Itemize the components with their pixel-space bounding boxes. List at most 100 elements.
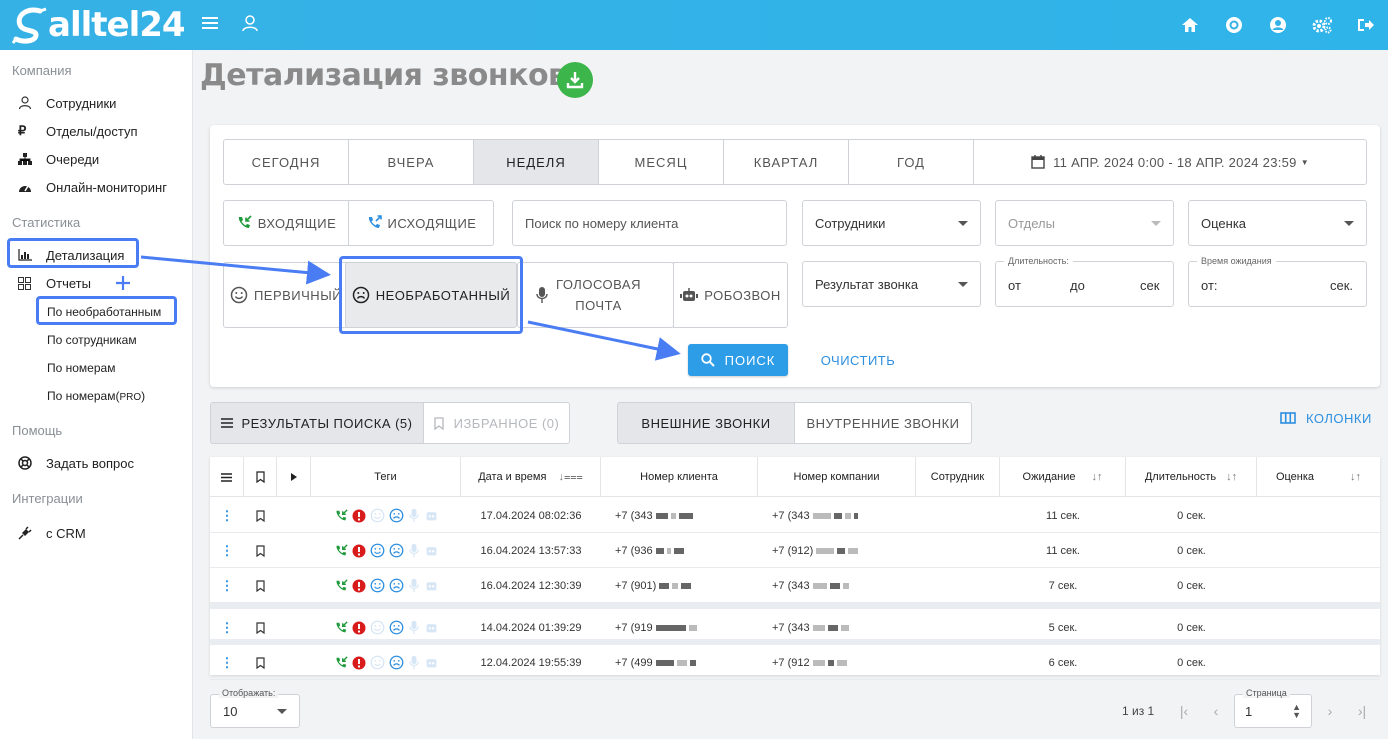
table-row[interactable]: ⋮ 12.04.2024 19:55:39 +7 (499 +7 (912 6 сек.… bbox=[210, 645, 1380, 680]
page-input[interactable]: Страница 1 ▲ ▼ bbox=[1234, 688, 1312, 728]
header-rating[interactable]: Оценка ↓↑ bbox=[1257, 457, 1380, 497]
period-today[interactable]: СЕГОДНЯ bbox=[224, 140, 349, 184]
microphone-icon bbox=[408, 543, 419, 558]
redacted-mark bbox=[688, 624, 697, 631]
row-menu-icon[interactable]: ⋮ bbox=[210, 498, 244, 533]
spinner-icon[interactable]: ▲ ▼ bbox=[1292, 703, 1301, 720]
record-icon[interactable] bbox=[1212, 0, 1256, 50]
incoming-button[interactable]: ВХОДЯЩИЕ bbox=[223, 200, 349, 246]
row-bookmark-icon[interactable] bbox=[244, 498, 277, 533]
search-button[interactable]: ПОИСК bbox=[688, 344, 788, 376]
hierarchy-icon bbox=[18, 153, 38, 165]
header-wait[interactable]: Ожидание ↓↑ bbox=[1000, 457, 1126, 497]
columns-button[interactable]: КОЛОНКИ bbox=[1280, 408, 1372, 428]
sidebar-item-departments[interactable]: ₽ Отделы/доступ bbox=[18, 120, 138, 142]
sidebar-item-queues[interactable]: Очереди bbox=[18, 148, 99, 170]
clear-button[interactable]: ОЧИСТИТЬ bbox=[815, 344, 901, 376]
period-yesterday[interactable]: ВЧЕРА bbox=[349, 140, 474, 184]
period-month[interactable]: МЕСЯЦ bbox=[599, 140, 724, 184]
sidebar-sub-numbers[interactable]: По номерам bbox=[47, 361, 115, 375]
search-label: ПОИСК bbox=[724, 352, 776, 368]
period-quarter[interactable]: КВАРТАЛ bbox=[724, 140, 849, 184]
row-datetime: 16.04.2024 13:57:33 bbox=[480, 544, 582, 557]
row-bookmark-icon[interactable] bbox=[244, 568, 277, 603]
outgoing-button[interactable]: ИСХОДЯЩИЕ bbox=[348, 200, 494, 246]
header-play-icon[interactable] bbox=[277, 457, 311, 497]
row-client[interactable]: +7 (936 bbox=[601, 533, 758, 568]
menu-toggle-icon[interactable] bbox=[202, 14, 218, 34]
robocall-button[interactable]: РОБОЗВОН bbox=[673, 262, 788, 328]
sidebar-item-employees[interactable]: Сотрудники bbox=[18, 92, 116, 114]
sidebar-sub-employees[interactable]: По сотрудникам bbox=[47, 333, 137, 347]
alert-icon bbox=[352, 544, 365, 557]
header-duration-label: Длительность bbox=[1144, 471, 1217, 483]
row-duration: 0 сек. bbox=[1177, 656, 1206, 669]
period-week[interactable]: НЕДЕЛЯ bbox=[474, 140, 599, 184]
row-client[interactable]: +7 (901) bbox=[601, 568, 758, 603]
download-button[interactable] bbox=[557, 62, 593, 98]
row-client[interactable]: +7 (343 bbox=[601, 498, 758, 533]
employees-select[interactable]: Сотрудники bbox=[802, 200, 981, 246]
logo[interactable]: alltel24 bbox=[10, 4, 186, 46]
calls-table: Теги Дата и время ↓⩶ Номер клиента Номер … bbox=[210, 457, 1380, 680]
date-range-picker[interactable]: 11 АПР. 2024 0:00 - 18 АПР. 2024 23:59 ▼ bbox=[974, 140, 1366, 184]
tab-internal[interactable]: ВНУТРЕННИЕ ЗВОНКИ bbox=[794, 402, 972, 444]
duration-from[interactable]: от bbox=[1008, 278, 1021, 293]
sidebar-item-reports[interactable]: Отчеты bbox=[18, 272, 91, 294]
departments-select[interactable]: Отделы bbox=[995, 200, 1174, 246]
header-duration[interactable]: Длительность ↓↑ bbox=[1126, 457, 1257, 497]
row-bookmark-icon[interactable] bbox=[244, 533, 277, 568]
sidebar-section-company: Компания bbox=[12, 63, 72, 78]
last-page-icon[interactable]: ›| bbox=[1352, 700, 1372, 722]
primary-button[interactable]: ПЕРВИЧНЫЙ bbox=[223, 262, 349, 328]
redacted-mark bbox=[689, 659, 696, 666]
redacted-mark bbox=[842, 582, 849, 589]
next-page-icon[interactable]: › bbox=[1320, 700, 1340, 722]
row-tags bbox=[311, 498, 461, 533]
first-page-icon[interactable]: |‹ bbox=[1174, 700, 1194, 722]
row-tags bbox=[311, 645, 461, 680]
call-result-select[interactable]: Результат звонка bbox=[802, 261, 981, 307]
duration-range[interactable]: Длительность: от до сек bbox=[995, 256, 1174, 307]
header-menu-icon[interactable] bbox=[210, 457, 244, 497]
header-datetime[interactable]: Дата и время ↓⩶ bbox=[461, 457, 601, 497]
user-outline-icon[interactable] bbox=[242, 15, 258, 33]
profile-icon[interactable] bbox=[1256, 0, 1300, 50]
table-row[interactable]: ⋮ 16.04.2024 12:30:39 +7 (901) +7 (343 7 сек… bbox=[210, 568, 1380, 603]
wait-range[interactable]: Время ожидания от: сек. bbox=[1188, 256, 1367, 307]
tab-results[interactable]: РЕЗУЛЬТАТЫ ПОИСКА (5) bbox=[210, 402, 424, 444]
sidebar-item-ask[interactable]: Задать вопрос bbox=[18, 452, 134, 474]
table-row[interactable]: ⋮ 17.04.2024 08:02:36 +7 (343 +7 (343 11 сек… bbox=[210, 498, 1380, 533]
row-bookmark-icon[interactable] bbox=[244, 645, 277, 680]
rating-select[interactable]: Оценка bbox=[1188, 200, 1367, 246]
tab-external[interactable]: ВНЕШНИЕ ЗВОНКИ bbox=[617, 402, 795, 444]
client-search-input[interactable]: Поиск по номеру клиента bbox=[512, 200, 787, 246]
period-year[interactable]: ГОД bbox=[849, 140, 974, 184]
settings-icon[interactable] bbox=[1300, 0, 1344, 50]
row-tags bbox=[311, 568, 461, 603]
row-menu-icon[interactable]: ⋮ bbox=[210, 568, 244, 603]
header-rating-label: Оценка bbox=[1275, 471, 1315, 483]
caret-down-icon bbox=[958, 282, 968, 287]
rating-select-label: Оценка bbox=[1201, 215, 1247, 231]
sidebar-item-crm[interactable]: с CRM bbox=[18, 522, 86, 544]
tab-favorites[interactable]: ИЗБРАННОЕ (0) bbox=[423, 402, 570, 444]
wait-legend: Время ожидания bbox=[1197, 256, 1276, 266]
robot-icon bbox=[426, 659, 436, 668]
header-bookmark-icon[interactable] bbox=[244, 457, 277, 497]
per-page-select[interactable]: Отображать: 10 bbox=[210, 688, 300, 728]
logout-icon[interactable] bbox=[1344, 0, 1388, 50]
row-menu-icon[interactable]: ⋮ bbox=[210, 645, 244, 680]
prev-page-icon[interactable]: ‹ bbox=[1206, 700, 1226, 722]
duration-to[interactable]: до bbox=[1070, 278, 1085, 293]
row-client[interactable]: +7 (499 bbox=[601, 645, 758, 680]
table-row[interactable]: ⋮ 16.04.2024 13:57:33 +7 (936 +7 (912) 11 се… bbox=[210, 533, 1380, 568]
sidebar-sub-numbers-pro[interactable]: По номерам(PRO) bbox=[47, 389, 145, 403]
sidebar-item-monitoring[interactable]: Онлайн-мониторинг bbox=[18, 176, 167, 198]
wait-from[interactable]: от: bbox=[1201, 278, 1218, 293]
row-menu-icon[interactable]: ⋮ bbox=[210, 533, 244, 568]
grid-icon bbox=[18, 276, 38, 290]
home-icon[interactable] bbox=[1168, 0, 1212, 50]
robot-icon bbox=[426, 512, 436, 521]
voicemail-button[interactable]: ГОЛОСОВАЯ ПОЧТА bbox=[517, 262, 674, 328]
